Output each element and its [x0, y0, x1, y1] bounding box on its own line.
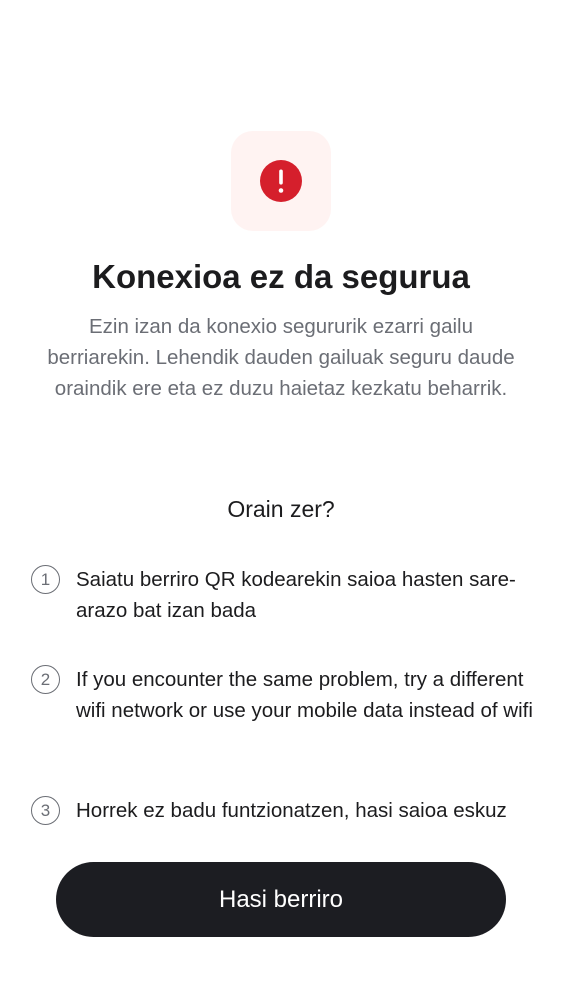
- page-title: Konexioa ez da segurua: [92, 258, 470, 295]
- steps-list[interactable]: 1 Saiatu berriro QR kodearekin saioa has…: [0, 560, 562, 843]
- step-number-badge: 1: [31, 565, 60, 594]
- step-text: Saiatu berriro QR kodearekin saioa haste…: [76, 568, 516, 622]
- restart-button[interactable]: Hasi berriro: [56, 862, 506, 937]
- step-text: Horrek ez badu funtzionatzen, hasi saioa…: [76, 799, 507, 822]
- alert-circle-icon: [260, 160, 302, 202]
- page-subtitle: Ezin izan da konexio segururik ezarri ga…: [47, 315, 515, 400]
- step-number-badge: 2: [31, 665, 60, 694]
- step-text: If you encounter the same problem, try a…: [76, 668, 533, 722]
- steps-heading: Orain zer?: [227, 496, 335, 522]
- step-number-badge: 3: [31, 796, 60, 825]
- alert-icon-tile: [231, 131, 331, 231]
